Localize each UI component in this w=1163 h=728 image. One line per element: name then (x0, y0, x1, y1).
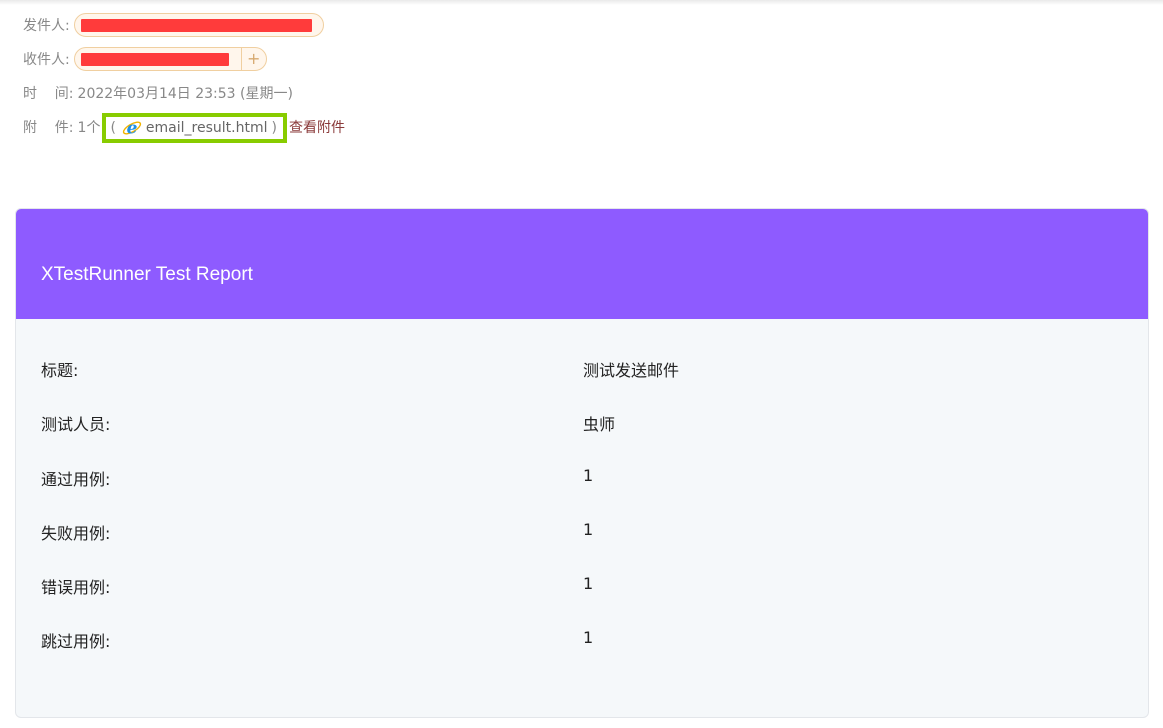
recipient-chip[interactable]: + (73, 47, 267, 71)
test-report-card: XTestRunner Test Report 标题: 测试发送邮件 测试人员:… (15, 208, 1149, 718)
report-title: XTestRunner Test Report (41, 264, 253, 285)
info-value: 1 (583, 519, 594, 539)
attachment-label: 附 件: (23, 120, 74, 136)
info-label: 标题: (41, 361, 79, 380)
recipient-label: 收件人: (23, 52, 70, 68)
report-body: 标题: 测试发送邮件 测试人员: 虫师 通过用例: 1 失败用例: 1 错误用例… (16, 319, 1148, 669)
top-shadow (0, 0, 1163, 5)
sender-chip[interactable] (73, 13, 324, 37)
recipient-row: 收件人: + (23, 42, 1143, 76)
info-row-tester: 测试人员: 虫师 (16, 397, 1148, 451)
attachment-highlight[interactable]: ( e email_result.html ) (102, 113, 287, 143)
svg-text:e: e (127, 119, 138, 139)
email-meta: 发件人: 收件人: + 时 间: 2022年03月14日 23:53 (星期一)… (23, 8, 1143, 144)
info-row-failed: 失败用例: 1 (16, 506, 1148, 560)
time-value: 2022年03月14日 23:53 (星期一) (77, 86, 293, 102)
sender-redaction (80, 19, 312, 32)
report-header: XTestRunner Test Report (16, 209, 1148, 319)
info-label: 通过用例: (41, 469, 111, 489)
time-label: 时 间: (23, 86, 74, 102)
info-value: 测试发送邮件 (583, 361, 680, 380)
info-row-passed: 通过用例: 1 (16, 452, 1148, 506)
attachment-close-paren: ) (271, 120, 277, 136)
info-row-title: 标题: 测试发送邮件 (16, 343, 1148, 397)
info-value: 虫师 (583, 415, 616, 435)
info-value: 1 (583, 628, 594, 648)
attachment-filename: email_result.html (145, 120, 268, 136)
info-row-errors: 错误用例: 1 (16, 560, 1148, 614)
add-recipient-button[interactable]: + (240, 48, 266, 70)
attachment-count: 1个 (77, 120, 101, 136)
recipient-redaction (80, 53, 229, 66)
sender-label: 发件人: (23, 18, 70, 34)
info-label: 错误用例: (41, 578, 111, 598)
time-row: 时 间: 2022年03月14日 23:53 (星期一) (23, 76, 1143, 110)
info-row-skipped: 跳过用例: 1 (16, 614, 1148, 668)
info-label: 跳过用例: (41, 632, 111, 652)
info-value: 1 (583, 574, 594, 594)
info-label: 测试人员: (41, 415, 111, 435)
view-attachment-link[interactable]: 查看附件 (289, 117, 345, 137)
attachment-row: 附 件: 1个 ( e email_result.html ) 查看附件 (23, 110, 1143, 144)
ie-file-icon: e (122, 118, 142, 139)
attachment-open-paren: ( (110, 120, 116, 136)
sender-row: 发件人: (23, 8, 1143, 42)
info-value: 1 (583, 465, 594, 485)
info-label: 失败用例: (41, 523, 111, 543)
